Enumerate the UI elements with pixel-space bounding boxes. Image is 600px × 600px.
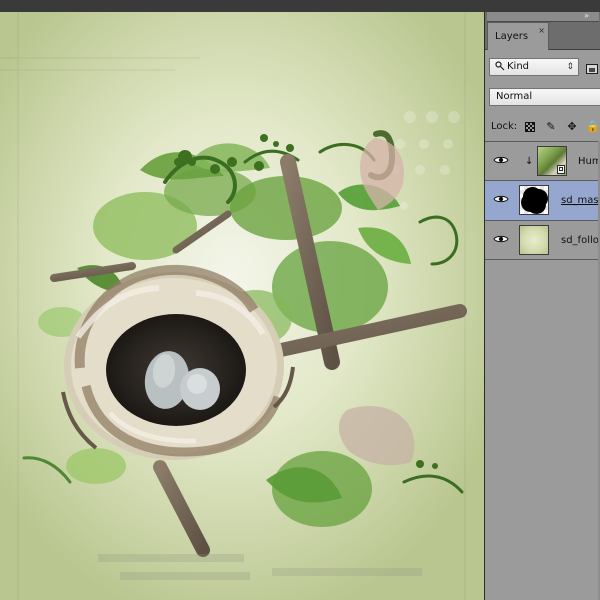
lock-label: Lock: xyxy=(491,121,518,132)
smart-object-icon xyxy=(557,165,565,174)
layers-list: ↓ Humm sd_mask xyxy=(485,141,600,600)
layer-thumbnail-sd-follow[interactable] xyxy=(519,225,549,255)
photoshop-workspace: » Layers × Kind ⇕ Normal Lock: ✎ ✥ 🔒 ↓ H… xyxy=(0,0,600,600)
eye-icon[interactable] xyxy=(493,194,509,204)
layer-name-sd-mask[interactable]: sd_mask xyxy=(561,195,600,206)
layer-name-sd-follow[interactable]: sd_follow xyxy=(561,235,600,246)
eye-icon[interactable] xyxy=(493,234,509,244)
lock-row: Lock: ✎ ✥ 🔒 xyxy=(485,112,600,141)
layers-panel: » Layers × Kind ⇕ Normal Lock: ✎ ✥ 🔒 ↓ H… xyxy=(484,11,600,600)
chevron-down-icon: ⇕ xyxy=(566,62,574,72)
layer-thumbnail-humm[interactable] xyxy=(537,146,567,176)
lock-position-icon[interactable]: ✥ xyxy=(565,120,579,134)
eye-icon[interactable] xyxy=(493,155,509,165)
blend-mode-row: Normal xyxy=(485,82,600,112)
double-chevron-right-icon[interactable]: » xyxy=(584,11,589,21)
blend-mode-dropdown[interactable]: Normal xyxy=(489,88,600,106)
close-icon[interactable]: × xyxy=(538,17,545,45)
filter-row: Kind ⇕ xyxy=(485,50,600,82)
mask-shape-icon xyxy=(525,191,544,210)
layer-row-sd-follow[interactable]: sd_follow xyxy=(485,220,600,260)
lock-image-pixels-icon[interactable]: ✎ xyxy=(544,120,558,134)
layer-thumbnail-sd-mask[interactable] xyxy=(519,185,549,215)
canvas-artwork xyxy=(0,12,484,600)
layer-row-humm[interactable]: ↓ Humm xyxy=(485,141,600,180)
lock-all-icon[interactable]: 🔒 xyxy=(586,120,600,134)
clip-arrow-icon: ↓ xyxy=(525,156,534,167)
tab-layers[interactable]: Layers × xyxy=(487,22,549,50)
kind-filter-label: Kind xyxy=(507,61,530,72)
layer-row-sd-mask[interactable]: sd_mask xyxy=(485,180,600,220)
kind-filter-dropdown[interactable]: Kind ⇕ xyxy=(489,58,579,76)
blend-mode-value: Normal xyxy=(496,91,533,102)
layer-name-humm[interactable]: Humm xyxy=(578,156,600,167)
document-canvas[interactable] xyxy=(0,12,484,600)
tab-layers-label: Layers xyxy=(495,31,529,42)
lock-transparent-pixels-icon[interactable] xyxy=(524,120,538,134)
search-icon xyxy=(495,61,505,71)
filter-image-icon[interactable] xyxy=(586,64,598,74)
panel-header: » Layers × xyxy=(485,11,600,50)
